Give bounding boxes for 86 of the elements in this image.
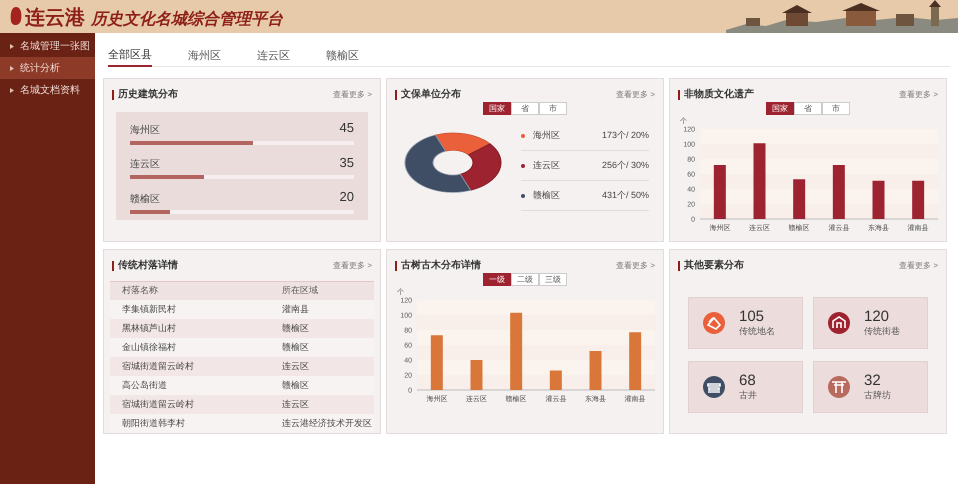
table-cell-text: 连云区 <box>282 360 309 373</box>
table-cell-text: 黑林镇芦山村 <box>122 322 177 335</box>
seal-logo-icon <box>10 6 22 28</box>
sidebar-item[interactable]: 统计分析 <box>0 57 95 79</box>
platform-title: 历史文化名城综合管理平台 <box>91 8 283 30</box>
table-cell-text: 赣榆区 <box>282 322 309 335</box>
stat-label: 古牌坊 <box>864 388 891 402</box>
bar <box>470 360 482 390</box>
more-link[interactable]: 查看更多 > <box>899 88 938 100</box>
card-title: 历史建筑分布 <box>118 88 178 102</box>
card-title: 其他要素分布 <box>684 258 744 273</box>
sidebar-item[interactable]: 名城文档资料 <box>0 79 95 101</box>
more-link[interactable]: 查看更多 > <box>333 260 372 272</box>
filter-button[interactable]: 市 <box>539 102 567 115</box>
table-cell-text: 高公岛街道 <box>122 378 168 392</box>
filter-button[interactable]: 省 <box>511 102 539 115</box>
filter-button[interactable]: 市 <box>822 102 850 115</box>
legend-label: 赣榆区 <box>533 188 561 202</box>
bar <box>832 165 845 219</box>
table-cell-text: 赣榆区 <box>282 378 309 392</box>
legend-value: 431个/ 50% <box>602 188 649 202</box>
tab[interactable]: 全部区县 <box>108 45 152 67</box>
district-name: 海州区 <box>130 124 160 138</box>
bar <box>912 180 924 219</box>
table-cell-text: 李集镇新民村 <box>122 302 177 316</box>
bar <box>793 179 806 219</box>
stat-label: 古井 <box>739 388 757 402</box>
filter-button[interactable]: 一级 <box>483 273 511 286</box>
table-cell-text: 宿城街道留云岭村 <box>122 398 195 411</box>
title-marker <box>112 90 114 100</box>
title-marker <box>112 260 114 270</box>
bar <box>872 180 884 219</box>
legend-value: 173个/ 20% <box>602 128 649 142</box>
filter-button[interactable]: 国家 <box>483 102 511 115</box>
bar <box>590 351 602 390</box>
tab[interactable]: 连云区 <box>257 45 290 67</box>
filter-button[interactable]: 国家 <box>766 102 794 115</box>
table-cell-text: 连云港经济技术开发区 <box>282 416 372 430</box>
table-cell-text: 金山镇徐福村 <box>122 340 177 354</box>
card-title: 非物质文化遗产 <box>684 88 754 102</box>
legend-label: 连云区 <box>533 158 561 172</box>
stat-value: 120 <box>864 308 890 325</box>
bullet-icon <box>10 88 14 92</box>
more-link[interactable]: 查看更多 > <box>616 88 655 100</box>
column-header: 所在区域 <box>282 284 319 298</box>
stat-value: 32 <box>864 372 882 389</box>
legend-value: 256个/ 30% <box>602 158 649 172</box>
bullet-icon <box>10 66 14 70</box>
bullet-icon <box>10 44 14 48</box>
table-cell-text: 宿城街道留云岭村 <box>122 360 195 373</box>
more-link[interactable]: 查看更多 > <box>616 260 655 272</box>
title-marker <box>395 260 397 270</box>
table-cell-text: 朝阳街道韩李村 <box>122 416 186 430</box>
filter-button[interactable]: 三级 <box>539 273 567 286</box>
tab[interactable]: 赣榆区 <box>326 45 359 67</box>
count-value: 35 <box>340 154 354 172</box>
filter-button[interactable]: 省 <box>794 102 822 115</box>
platform-title-city: 连云港 <box>25 4 85 30</box>
table-cell-text: 赣榆区 <box>282 340 309 354</box>
card-title: 传统村落详情 <box>118 258 178 273</box>
title-marker <box>678 260 680 270</box>
column-header: 村落名称 <box>122 284 159 298</box>
district-name: 赣榆区 <box>130 192 160 206</box>
card-title: 古树古木分布详情 <box>401 258 481 273</box>
bar <box>629 332 642 390</box>
stat-label: 传统街巷 <box>864 324 900 338</box>
stat-value: 68 <box>739 372 757 389</box>
count-value: 45 <box>340 119 354 137</box>
bar <box>550 370 562 390</box>
card-title: 文保单位分布 <box>401 88 461 102</box>
district-name: 连云区 <box>130 158 160 172</box>
title-marker <box>678 90 680 100</box>
count-value: 20 <box>340 188 354 206</box>
legend-label: 海州区 <box>533 128 561 142</box>
tab[interactable]: 海州区 <box>188 45 221 67</box>
stat-value: 105 <box>739 308 766 325</box>
table-cell-text: 连云区 <box>282 398 309 411</box>
bar <box>430 335 443 390</box>
bar <box>714 165 726 219</box>
stat-label: 传统地名 <box>739 324 775 338</box>
more-link[interactable]: 查看更多 > <box>899 260 938 272</box>
filter-button[interactable]: 二级 <box>511 273 539 286</box>
more-link[interactable]: 查看更多 > <box>333 88 372 100</box>
table-cell-text: 灌南县 <box>282 302 309 316</box>
title-marker <box>395 90 397 100</box>
sidebar-item[interactable]: 名城管理一张图 <box>0 35 95 57</box>
